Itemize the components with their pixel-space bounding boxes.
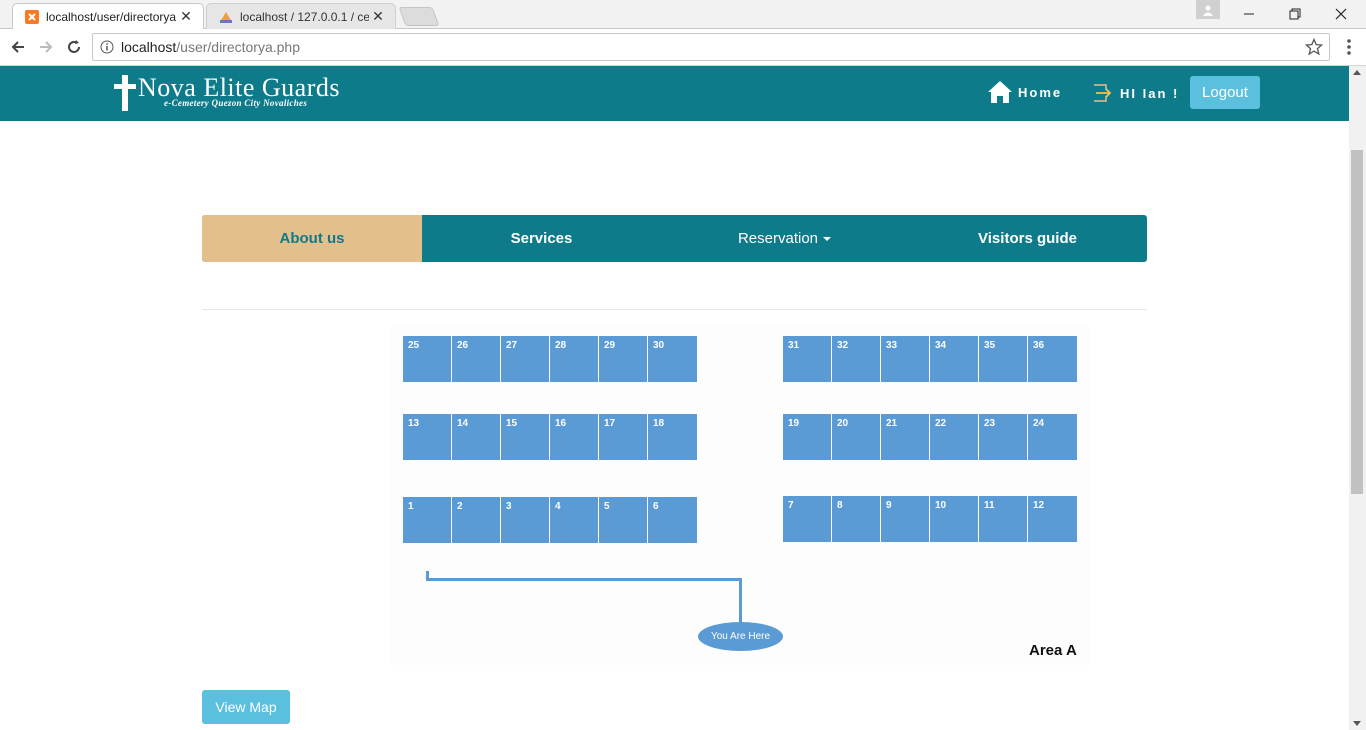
back-icon[interactable] <box>8 37 28 57</box>
site-logo[interactable]: Nova Elite Guards e-Cemetery Quezon City… <box>114 75 340 115</box>
divider <box>202 309 1147 310</box>
lot-cell[interactable]: 11 <box>979 496 1028 542</box>
lot-cell[interactable]: 15 <box>501 414 550 460</box>
browser-tab[interactable]: localhost / 127.0.0.1 / cer ✕ <box>206 3 396 29</box>
browser-toolbar: localhost/user/directorya.php <box>0 29 1366 66</box>
nav-user-greeting[interactable]: HI Ian ! <box>1091 82 1179 104</box>
url-host: localhost <box>121 39 177 55</box>
lot-block: 1 2 3 4 5 6 <box>403 497 697 543</box>
lot-cell[interactable]: 17 <box>599 414 648 460</box>
lot-cell[interactable]: 29 <box>599 336 648 382</box>
cross-icon <box>114 75 136 111</box>
close-icon[interactable]: ✕ <box>177 8 195 25</box>
lot-cell[interactable]: 2 <box>452 497 501 543</box>
minimize-icon[interactable] <box>1226 0 1272 28</box>
area-label: Area A <box>1029 642 1077 659</box>
lot-cell[interactable]: 20 <box>832 414 881 460</box>
new-tab-button[interactable] <box>398 7 440 26</box>
nav-home-label: Home <box>1018 84 1063 100</box>
you-are-here-marker: You Are Here <box>698 622 783 651</box>
lot-cell[interactable]: 23 <box>979 414 1028 460</box>
lot-cell[interactable]: 5 <box>599 497 648 543</box>
lot-cell[interactable]: 3 <box>501 497 550 543</box>
lot-cell[interactable]: 34 <box>930 336 979 382</box>
vertical-scrollbar[interactable] <box>1349 66 1366 730</box>
scroll-down-icon[interactable] <box>1353 721 1361 726</box>
path-line <box>426 578 742 581</box>
lot-cell[interactable]: 27 <box>501 336 550 382</box>
scrollbar-thumb[interactable] <box>1351 150 1363 494</box>
lot-block: 25 26 27 28 29 30 <box>403 336 697 382</box>
browser-tabstrip: localhost/user/directorya ✕ localhost / … <box>0 0 1366 29</box>
lot-cell[interactable]: 26 <box>452 336 501 382</box>
lot-cell[interactable]: 10 <box>930 496 979 542</box>
menu-services-label: Services <box>510 230 573 247</box>
lot-cell[interactable]: 14 <box>452 414 501 460</box>
caret-down-icon <box>823 236 832 241</box>
main-menu: About us Services Reservation Visitors g… <box>202 215 1147 262</box>
lot-cell[interactable]: 19 <box>783 414 832 460</box>
menu-item-services[interactable]: Services <box>422 215 661 262</box>
address-bar[interactable]: localhost/user/directorya.php <box>92 33 1330 61</box>
lot-cell[interactable]: 36 <box>1028 336 1077 382</box>
lot-cell[interactable]: 32 <box>832 336 881 382</box>
logout-button[interactable]: Logout <box>1190 76 1260 109</box>
menu-reservation-label: Reservation <box>737 230 819 247</box>
close-window-icon[interactable] <box>1318 0 1364 28</box>
lot-cell[interactable]: 31 <box>783 336 832 382</box>
lot-cell[interactable]: 9 <box>881 496 930 542</box>
info-icon[interactable] <box>99 39 115 55</box>
lot-cell[interactable]: 16 <box>550 414 599 460</box>
path-line <box>739 578 742 624</box>
site-header: Nova Elite Guards e-Cemetery Quezon City… <box>0 66 1349 121</box>
reload-icon[interactable] <box>64 37 84 57</box>
menu-visitors-label: Visitors guide <box>978 230 1077 247</box>
lot-cell[interactable]: 35 <box>979 336 1028 382</box>
lot-cell[interactable]: 12 <box>1028 496 1077 542</box>
menu-item-visitors-guide[interactable]: Visitors guide <box>908 215 1147 262</box>
login-icon <box>1091 82 1113 104</box>
lot-cell[interactable]: 8 <box>832 496 881 542</box>
lot-cell[interactable]: 30 <box>648 336 697 382</box>
browser-tab-active[interactable]: localhost/user/directorya ✕ <box>12 3 204 29</box>
scroll-up-icon[interactable] <box>1353 70 1361 75</box>
lot-block: 7 8 9 10 11 12 <box>783 496 1077 542</box>
lot-cell[interactable]: 7 <box>783 496 832 542</box>
browser-menu-icon[interactable] <box>1342 37 1356 57</box>
forward-icon[interactable] <box>36 37 56 57</box>
profile-icon[interactable] <box>1196 0 1220 19</box>
phpmyadmin-icon <box>219 10 233 24</box>
lot-cell[interactable]: 13 <box>403 414 452 460</box>
view-map-button[interactable]: View Map <box>202 690 290 724</box>
restore-icon[interactable] <box>1272 0 1318 28</box>
tab-title: localhost / 127.0.0.1 / cer <box>240 9 369 24</box>
lot-cell[interactable]: 22 <box>930 414 979 460</box>
lot-cell[interactable]: 1 <box>403 497 452 543</box>
lot-cell[interactable]: 33 <box>881 336 930 382</box>
lot-block: 19 20 21 22 23 24 <box>783 414 1077 460</box>
lot-block: 13 14 15 16 17 18 <box>403 414 697 460</box>
greeting-label: HI Ian ! <box>1120 85 1180 101</box>
lot-cell[interactable]: 6 <box>648 497 697 543</box>
lot-cell[interactable]: 28 <box>550 336 599 382</box>
lot-block: 31 32 33 34 35 36 <box>783 336 1077 382</box>
lot-cell[interactable]: 18 <box>648 414 697 460</box>
xampp-icon <box>25 9 39 24</box>
home-icon <box>987 79 1013 105</box>
nav-home-link[interactable]: Home <box>987 79 1062 105</box>
bookmark-star-icon[interactable] <box>1304 37 1324 61</box>
lot-cell[interactable]: 24 <box>1028 414 1077 460</box>
lot-cell[interactable]: 4 <box>550 497 599 543</box>
url-path: /user/directorya.php <box>176 39 300 55</box>
lot-cell[interactable]: 25 <box>403 336 452 382</box>
menu-item-about[interactable]: About us <box>202 215 422 262</box>
tab-title: localhost/user/directorya <box>46 9 177 24</box>
menu-item-reservation[interactable]: Reservation <box>661 215 908 262</box>
menu-about-label: About us <box>279 230 345 247</box>
lot-cell[interactable]: 21 <box>881 414 930 460</box>
close-icon[interactable]: ✕ <box>369 8 387 25</box>
